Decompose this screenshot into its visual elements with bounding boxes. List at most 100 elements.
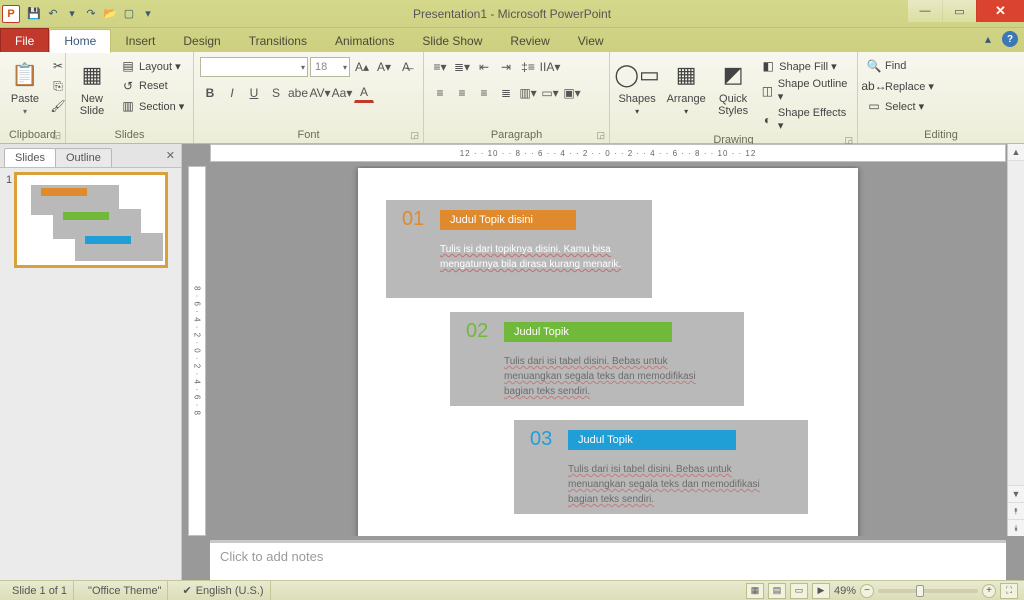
scroll-down-icon[interactable]: ▼ xyxy=(1008,485,1024,502)
card-2-body[interactable]: Tulis dari isi tabel disini. Bebas untuk… xyxy=(504,354,726,399)
tab-design[interactable]: Design xyxy=(169,30,234,52)
shape-effects-button[interactable]: ◐Shape Effects ▾ xyxy=(758,106,851,133)
card-3-body[interactable]: Tulis dari isi tabel disini. Bebas untuk… xyxy=(568,462,790,507)
font-launcher-icon[interactable]: ◲ xyxy=(410,130,419,141)
card-3-title[interactable]: Judul Topik xyxy=(568,430,736,450)
minimize-button[interactable]: — xyxy=(908,0,942,22)
view-normal-button[interactable]: ▦ xyxy=(746,583,764,599)
align-text-button[interactable]: ▭▾ xyxy=(540,83,560,103)
layout-button[interactable]: ▤Layout ▾ xyxy=(118,57,186,75)
qat-undo-icon[interactable]: ↶ xyxy=(44,5,62,23)
bold-button[interactable]: B xyxy=(200,83,220,103)
tab-view[interactable]: View xyxy=(564,30,618,52)
change-case-button[interactable]: Aa▾ xyxy=(332,83,352,103)
slide-canvas[interactable]: 01 Judul Topik disini Tulis isi dari top… xyxy=(358,168,858,536)
pane-close-icon[interactable]: ✕ xyxy=(166,149,175,162)
card-1-title[interactable]: Judul Topik disini xyxy=(440,210,576,230)
tab-review[interactable]: Review xyxy=(496,30,563,52)
close-button[interactable]: ✕ xyxy=(976,0,1024,22)
slide-editor: 12 · · 10 · · 8 · · 6 · · 4 · · 2 · · 0 … xyxy=(182,144,1024,580)
quick-styles-button[interactable]: ◩Quick Styles xyxy=(714,57,752,119)
align-left-button[interactable]: ≡ xyxy=(430,83,450,103)
card-3[interactable]: 03 Judul Topik Tulis dari isi tabel disi… xyxy=(514,420,808,514)
font-family-combo[interactable]: ▾ xyxy=(200,57,308,77)
underline-button[interactable]: U xyxy=(244,83,264,103)
shapes-button[interactable]: ◯▭Shapes▾ xyxy=(616,57,658,118)
zoom-in-button[interactable]: + xyxy=(982,584,996,598)
card-2[interactable]: 02 Judul Topik Tulis dari isi tabel disi… xyxy=(450,312,744,406)
line-spacing-button[interactable]: ‡≡ xyxy=(518,57,538,77)
find-button[interactable]: 🔍Find xyxy=(864,57,936,75)
view-slideshow-button[interactable]: ▶ xyxy=(812,583,830,599)
font-size-combo[interactable]: 18▾ xyxy=(310,57,350,77)
card-1-body[interactable]: Tulis isi dari topiknya disini. Kamu bis… xyxy=(440,242,634,272)
maximize-button[interactable]: ▭ xyxy=(942,0,976,22)
justify-button[interactable]: ≣ xyxy=(496,83,516,103)
shape-outline-button[interactable]: ◫Shape Outline ▾ xyxy=(758,77,851,104)
shape-fill-button[interactable]: ◧Shape Fill ▾ xyxy=(758,57,851,75)
new-slide-label: New Slide xyxy=(80,93,104,117)
ribbon-minimize-icon[interactable]: ▴ xyxy=(980,31,996,47)
qat-new-icon[interactable]: ▢ xyxy=(120,5,138,23)
status-language[interactable]: ✔English (U.S.) xyxy=(176,581,270,600)
arrange-button[interactable]: ▦Arrange▾ xyxy=(664,57,708,118)
qat-customize-icon[interactable]: ▾ xyxy=(139,5,157,23)
title-bar: P 💾 ↶ ▾ ↷ 📂 ▢ ▾ Presentation1 - Microsof… xyxy=(0,0,1024,28)
zoom-out-button[interactable]: − xyxy=(860,584,874,598)
grow-font-button[interactable]: A▴ xyxy=(352,57,372,77)
notes-pane[interactable]: Click to add notes xyxy=(210,540,1006,580)
smartart-button[interactable]: ▣▾ xyxy=(562,83,582,103)
card-2-title[interactable]: Judul Topik xyxy=(504,322,672,342)
font-color-button[interactable]: A xyxy=(354,83,374,103)
help-icon[interactable]: ? xyxy=(1002,31,1018,47)
clear-format-button[interactable]: A̶ xyxy=(396,57,416,77)
new-slide-button[interactable]: ▦ New Slide xyxy=(72,57,112,119)
ribbon: 📋 Paste ▾ ✂ ⎘ 🖌 Clipboard◲ ▦ New Slide ▤… xyxy=(0,52,1024,144)
fit-to-window-button[interactable]: ⛶ xyxy=(1000,583,1018,599)
reset-button[interactable]: ↺Reset xyxy=(118,77,186,95)
paste-button[interactable]: 📋 Paste ▾ xyxy=(6,57,44,118)
vertical-scrollbar[interactable]: ▲ ▼ ⯭ ⯯ xyxy=(1007,144,1024,536)
tab-slideshow[interactable]: Slide Show xyxy=(408,30,496,52)
clipboard-launcher-icon[interactable]: ◲ xyxy=(52,130,61,141)
replace-button[interactable]: ab↔Replace ▾ xyxy=(864,77,936,95)
shrink-font-button[interactable]: A▾ xyxy=(374,57,394,77)
tab-home[interactable]: Home xyxy=(49,29,111,53)
copy-button[interactable]: ⎘ xyxy=(48,77,68,95)
align-center-button[interactable]: ≡ xyxy=(452,83,472,103)
columns-button[interactable]: ▥▾ xyxy=(518,83,538,103)
bullets-button[interactable]: ≡▾ xyxy=(430,57,450,77)
tab-file[interactable]: File xyxy=(0,28,49,52)
tab-animations[interactable]: Animations xyxy=(321,30,408,52)
indent-inc-button[interactable]: ⇥ xyxy=(496,57,516,77)
paragraph-launcher-icon[interactable]: ◲ xyxy=(596,130,605,141)
qat-undo-dd-icon[interactable]: ▾ xyxy=(63,5,81,23)
text-direction-button[interactable]: IIA▾ xyxy=(540,57,560,77)
tab-transitions[interactable]: Transitions xyxy=(235,30,321,52)
shadow-button[interactable]: abe xyxy=(288,83,308,103)
qat-redo-icon[interactable]: ↷ xyxy=(82,5,100,23)
format-painter-button[interactable]: 🖌 xyxy=(48,97,68,115)
numbering-button[interactable]: ≣▾ xyxy=(452,57,472,77)
cut-button[interactable]: ✂ xyxy=(48,57,68,75)
pane-tab-outline[interactable]: Outline xyxy=(55,148,112,167)
pane-tab-slides[interactable]: Slides xyxy=(4,148,56,167)
char-spacing-button[interactable]: AV▾ xyxy=(310,83,330,103)
tab-insert[interactable]: Insert xyxy=(111,30,169,52)
select-button[interactable]: ▭Select ▾ xyxy=(864,97,936,115)
slide-thumbnail[interactable] xyxy=(16,174,166,266)
strike-button[interactable]: S xyxy=(266,83,286,103)
italic-button[interactable]: I xyxy=(222,83,242,103)
zoom-slider[interactable] xyxy=(878,589,978,593)
view-reading-button[interactable]: ▭ xyxy=(790,583,808,599)
next-slide-icon[interactable]: ⯯ xyxy=(1008,519,1024,536)
qat-save-icon[interactable]: 💾 xyxy=(25,5,43,23)
scroll-up-icon[interactable]: ▲ xyxy=(1008,144,1024,161)
section-button[interactable]: ▥Section ▾ xyxy=(118,97,186,115)
card-1[interactable]: 01 Judul Topik disini Tulis isi dari top… xyxy=(386,200,652,298)
indent-dec-button[interactable]: ⇤ xyxy=(474,57,494,77)
view-sorter-button[interactable]: ▤ xyxy=(768,583,786,599)
prev-slide-icon[interactable]: ⯭ xyxy=(1008,502,1024,519)
align-right-button[interactable]: ≡ xyxy=(474,83,494,103)
qat-open-icon[interactable]: 📂 xyxy=(101,5,119,23)
